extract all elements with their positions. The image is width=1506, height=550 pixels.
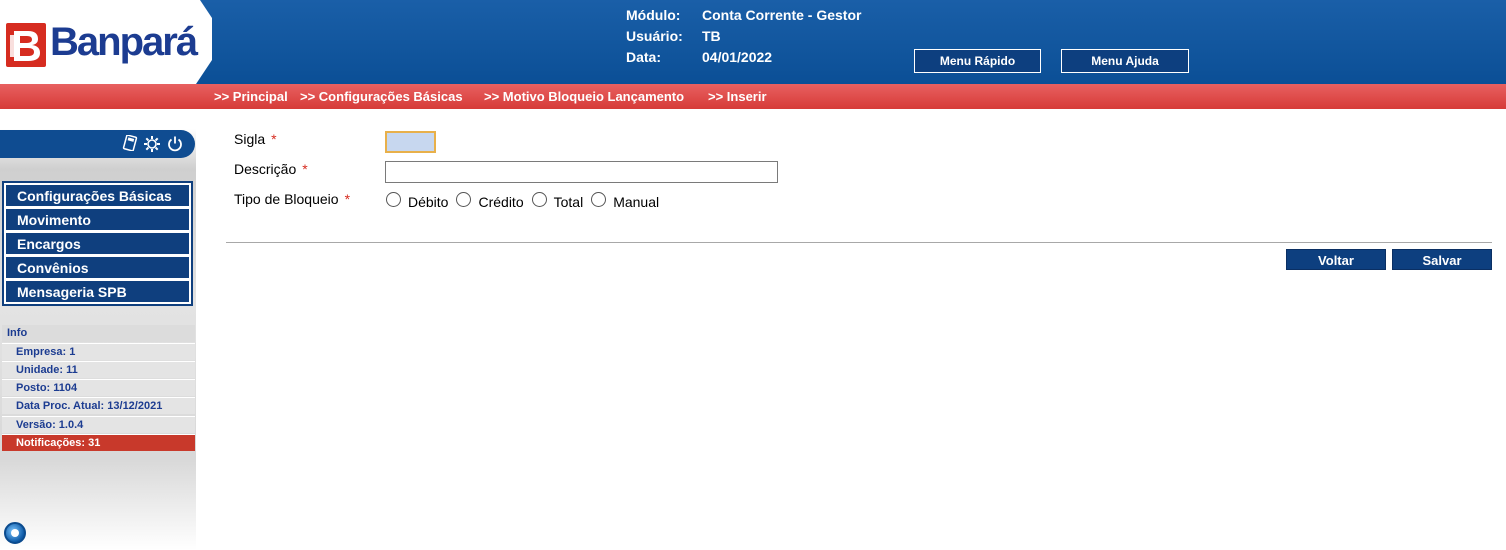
modulo-value: Conta Corrente - Gestor (702, 7, 862, 23)
info-empresa: Empresa: 1 (2, 343, 195, 360)
calculator-icon[interactable] (121, 134, 139, 153)
tipo-bloqueio-label: Tipo de Bloqueio * (234, 191, 350, 207)
radio-credito-label: Crédito (478, 194, 524, 210)
radio-debito-label: Débito (408, 194, 449, 210)
required-mark: * (271, 131, 277, 147)
tipo-bloqueio-label-text: Tipo de Bloqueio (234, 191, 339, 207)
radio-total-label: Total (553, 194, 584, 210)
usuario-value: TB (702, 28, 721, 44)
usuario-label: Usuário: (626, 28, 683, 44)
radio-manual-label: Manual (613, 194, 660, 210)
radio-debito[interactable] (386, 191, 401, 207)
breadcrumb-inserir: >> Inserir (708, 89, 767, 104)
radio-credito[interactable] (456, 191, 472, 207)
info-versao: Versão: 1.0.4 (2, 416, 195, 433)
breadcrumb-principal[interactable]: >> Principal (214, 89, 288, 104)
sigla-input[interactable] (385, 131, 436, 153)
sidebar-item-encargos[interactable]: Encargos (5, 232, 190, 255)
breadcrumb-configuracoes[interactable]: >> Configurações Básicas (300, 89, 463, 104)
descricao-input[interactable] (385, 161, 778, 183)
required-mark: * (302, 161, 308, 177)
tipo-bloqueio-radio-group: Débito Crédito Total Manual (386, 191, 667, 210)
sidebar-toolbar (0, 130, 195, 158)
sidebar-item-movimento[interactable]: Movimento (5, 208, 190, 231)
info-data-proc: Data Proc. Atual: 13/12/2021 (2, 397, 195, 414)
globe-icon[interactable] (4, 522, 26, 544)
breadcrumb: >> Principal >> Configurações Básicas >>… (0, 84, 1506, 109)
notifications-badge[interactable]: Notificações: 31 (2, 434, 195, 451)
menu-ajuda-button[interactable]: Menu Ajuda (1061, 49, 1189, 73)
data-value: 04/01/2022 (702, 49, 773, 65)
breadcrumb-motivo-bloqueio[interactable]: >> Motivo Bloqueio Lançamento (484, 89, 684, 104)
settings-icon[interactable] (143, 135, 161, 153)
power-icon[interactable] (166, 135, 184, 153)
sidebar-menu: Configurações Básicas Movimento Encargos… (2, 181, 193, 306)
voltar-button[interactable]: Voltar (1286, 249, 1386, 270)
banpara-logo-icon (6, 23, 46, 67)
info-unidade: Unidade: 11 (2, 361, 195, 378)
sidebar-item-convenios[interactable]: Convênios (5, 256, 190, 279)
brand-name: Banpará (50, 20, 198, 64)
descricao-label: Descrição * (234, 161, 308, 177)
sidebar-item-configuracoes-basicas[interactable]: Configurações Básicas (5, 184, 190, 207)
form-divider (226, 242, 1492, 243)
sigla-label-text: Sigla (234, 131, 266, 147)
menu-rapido-button[interactable]: Menu Rápido (914, 49, 1041, 73)
descricao-label-text: Descrição (234, 161, 297, 177)
salvar-button[interactable]: Salvar (1392, 249, 1492, 270)
data-label: Data: (626, 49, 662, 65)
logo: Banpará (0, 0, 212, 84)
modulo-label: Módulo: (626, 7, 681, 23)
sidebar-item-mensageria-spb[interactable]: Mensageria SPB (5, 280, 190, 303)
app-root: Banpará Módulo: Conta Corrente - Gestor … (0, 0, 1506, 550)
info-title: Info (2, 325, 195, 342)
radio-manual[interactable] (591, 191, 607, 207)
radio-total[interactable] (531, 191, 547, 207)
info-posto: Posto: 1104 (2, 379, 195, 396)
app-header: Banpará Módulo: Conta Corrente - Gestor … (0, 0, 1506, 84)
required-mark: * (344, 191, 351, 207)
sigla-label: Sigla * (234, 131, 277, 147)
sidebar: Configurações Básicas Movimento Encargos… (0, 109, 196, 550)
